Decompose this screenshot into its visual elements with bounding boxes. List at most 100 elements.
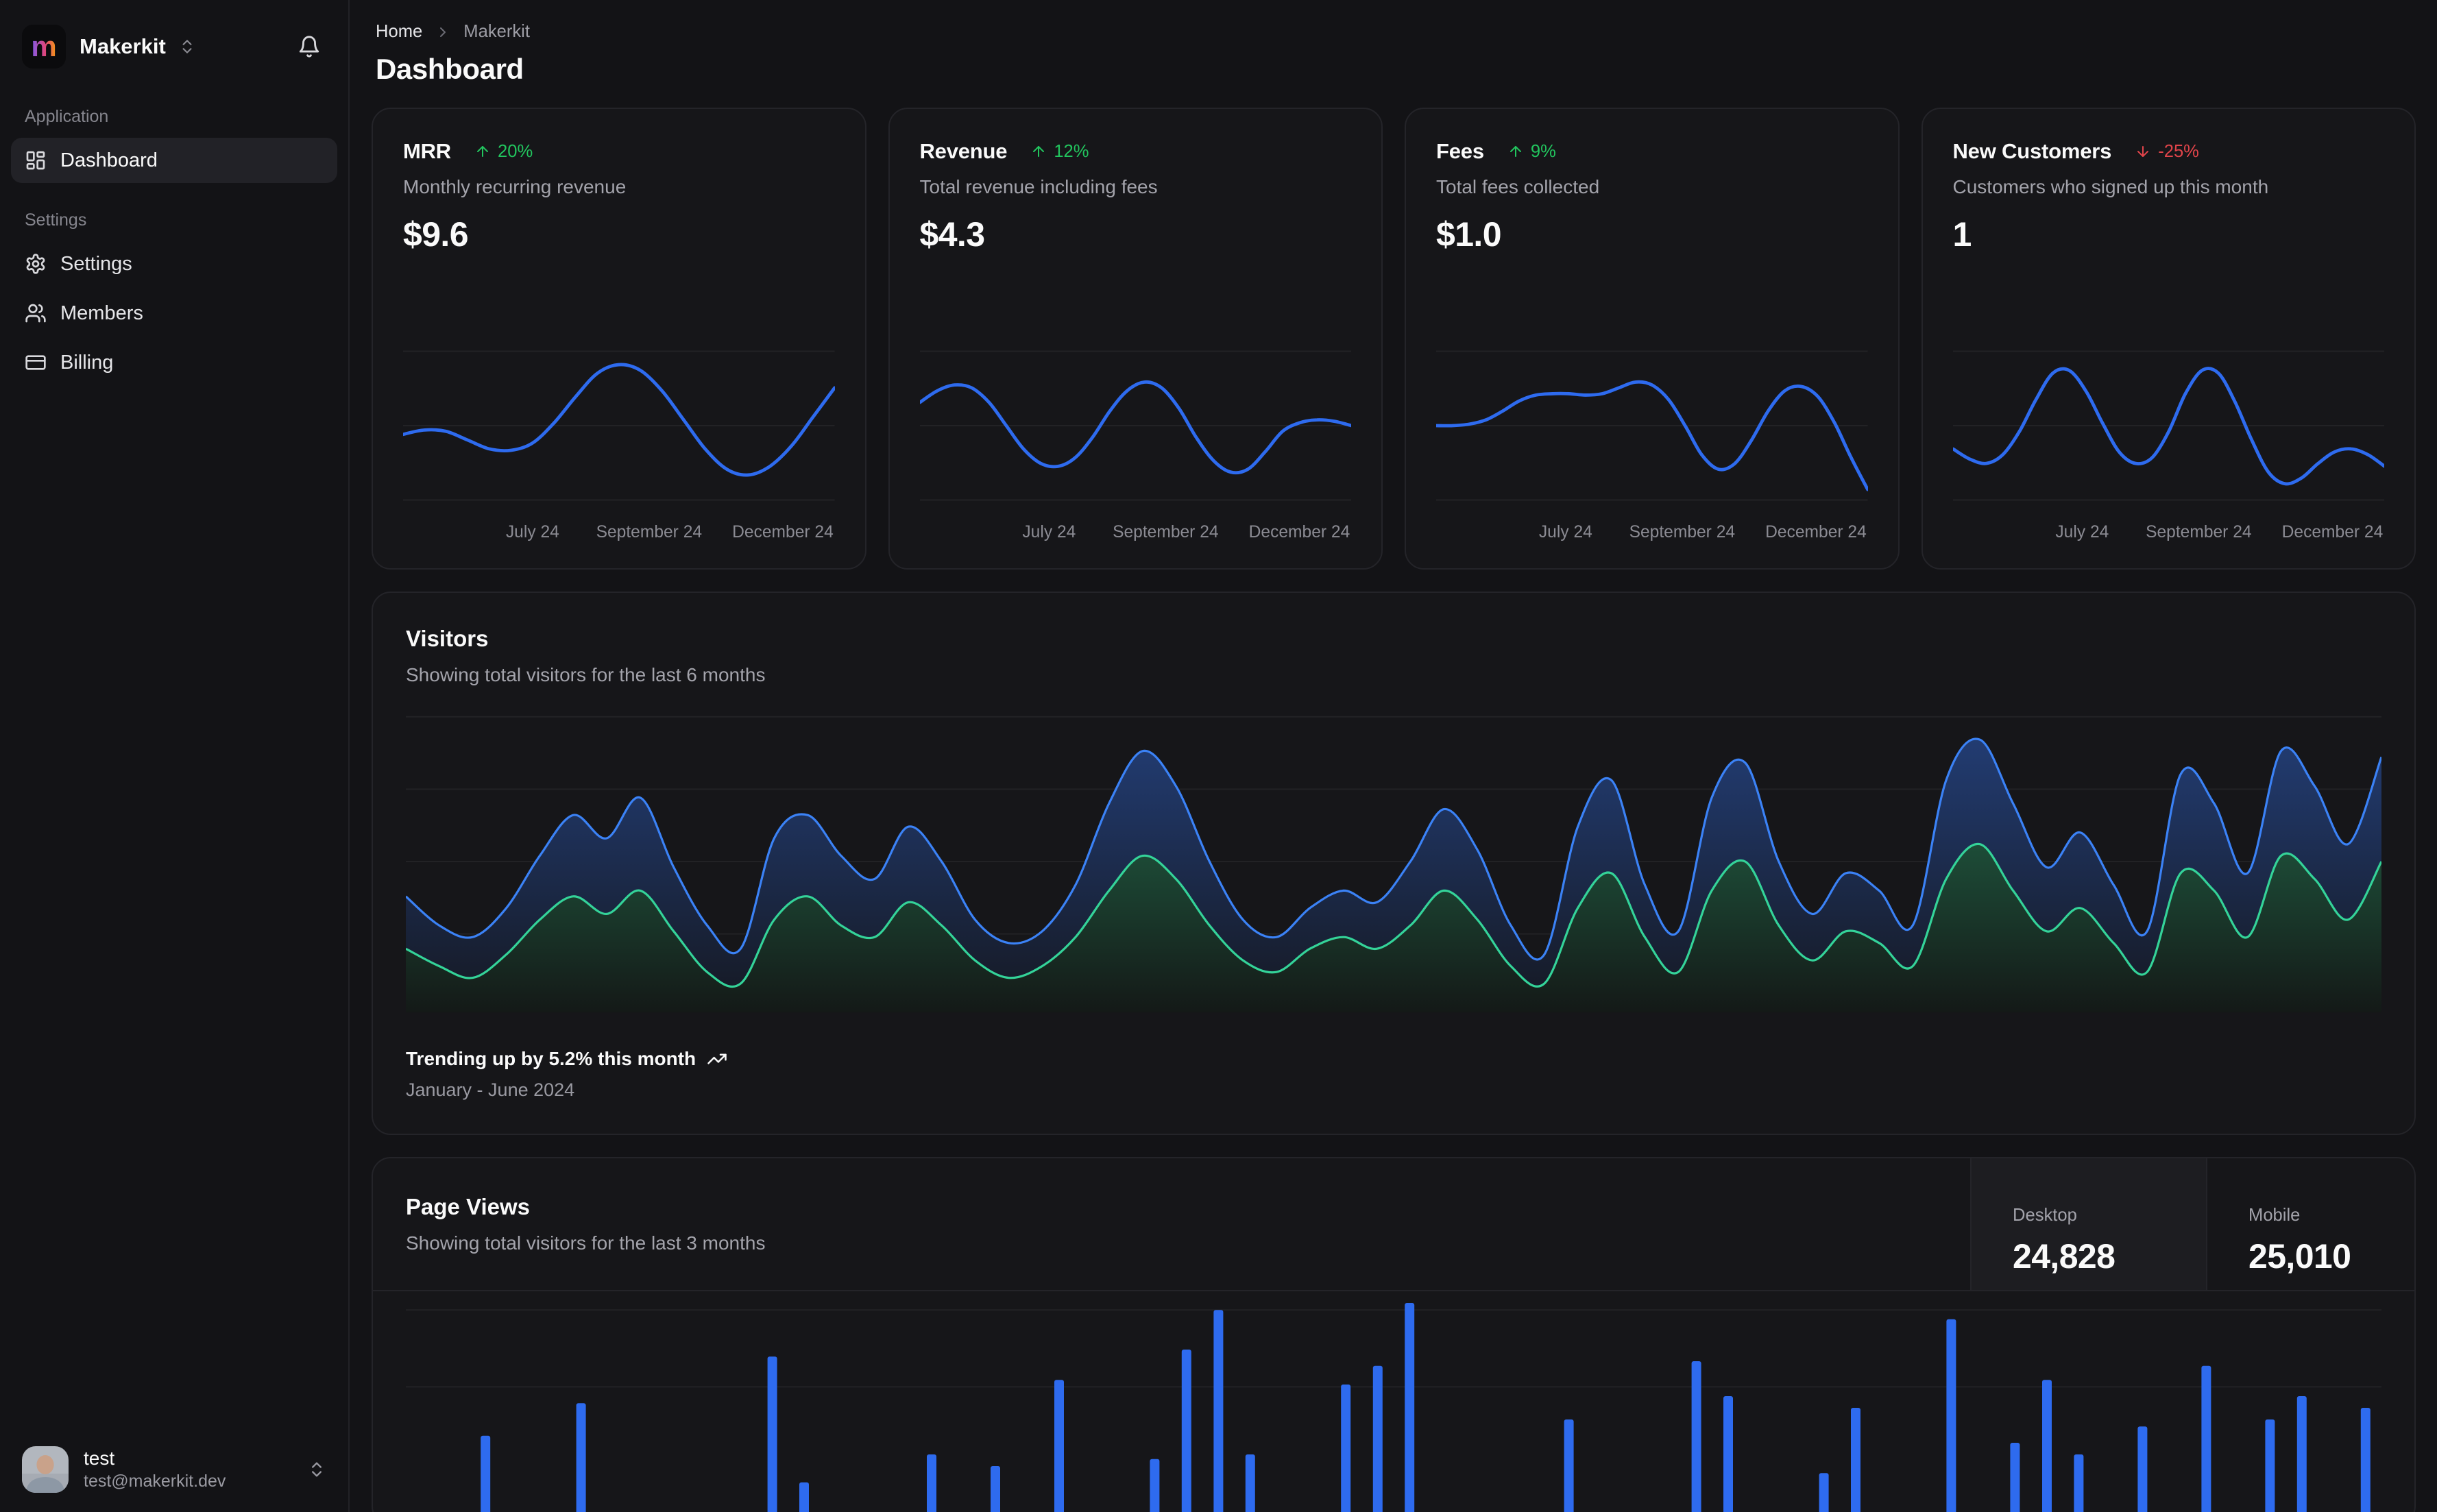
sidebar-item-members[interactable]: Members	[11, 291, 337, 336]
trend-value: 20%	[498, 141, 533, 161]
stat-title: New Customers	[1952, 139, 2112, 163]
stat-card-mrr: MRR 20% Monthly recurring revenue $9.6 J…	[372, 108, 866, 570]
workspace-selector[interactable]: m Makerkit	[22, 25, 196, 69]
notifications-button[interactable]	[292, 29, 326, 64]
toggle-desktop[interactable]: Desktop 24,828	[1970, 1158, 2206, 1290]
trending-up-icon	[707, 1049, 727, 1069]
sidebar: m Makerkit Application Dashboard Setting…	[0, 0, 350, 1512]
main-content: Home Makerkit Dashboard MRR 20% Monthly …	[350, 0, 2437, 1512]
page-views-toggles: Desktop 24,828 Mobile 25,010	[1970, 1158, 2414, 1290]
stat-card-revenue: Revenue 12% Total revenue including fees…	[888, 108, 1383, 570]
user-name: test	[84, 1448, 115, 1470]
sidebar-item-label: Dashboard	[60, 149, 158, 171]
stat-title: Fees	[1436, 139, 1484, 163]
bell-icon	[298, 35, 321, 58]
trend-value: -25%	[2158, 141, 2199, 161]
x-tick: July 24	[1538, 523, 1592, 541]
page-views-title: Page Views	[406, 1194, 531, 1219]
sparkline-chart: July 24 September 24 December 24	[1436, 345, 1868, 546]
arrow-up-icon	[1507, 143, 1524, 160]
arrow-up-icon	[474, 143, 491, 160]
sidebar-item-label: Members	[60, 302, 143, 324]
stat-description: Total revenue including fees	[919, 176, 1158, 197]
visitors-date-range: January - June 2024	[406, 1080, 575, 1100]
chevrons-up-down-icon	[307, 1460, 326, 1479]
page-views-card: Page Views Showing total visitors for th…	[372, 1157, 2416, 1512]
toggle-value: 24,828	[2013, 1236, 2115, 1276]
layout-dashboard-icon	[25, 149, 47, 171]
page-views-subtitle: Showing total visitors for the last 3 mo…	[406, 1232, 766, 1254]
x-axis-labels: July 24 September 24 December 24	[1436, 523, 1868, 546]
makerkit-dashboard-app: m Makerkit Application Dashboard Setting…	[0, 0, 2437, 1512]
stat-description: Monthly recurring revenue	[403, 176, 627, 197]
toggle-mobile[interactable]: Mobile 25,010	[2206, 1158, 2414, 1290]
avatar	[22, 1446, 69, 1493]
arrow-up-icon	[1030, 143, 1047, 160]
stat-card-fees: Fees 9% Total fees collected $1.0 July 2…	[1405, 108, 1900, 570]
sidebar-section-settings: Settings	[25, 210, 87, 230]
breadcrumb-home[interactable]: Home	[376, 22, 422, 42]
x-axis-labels: July 24 September 24 December 24	[1953, 523, 2385, 546]
page-title: Dashboard	[376, 53, 524, 85]
x-tick: July 24	[2055, 523, 2109, 541]
visitors-card: Visitors Showing total visitors for the …	[372, 592, 2416, 1135]
gear-icon	[25, 253, 47, 275]
trend-badge: 9%	[1507, 142, 1556, 162]
sidebar-section-application: Application	[25, 107, 109, 126]
stat-cards-row: MRR 20% Monthly recurring revenue $9.6 J…	[372, 108, 2416, 570]
sidebar-item-label: Billing	[60, 351, 114, 374]
visitors-chart-svg	[406, 716, 2381, 1012]
stat-value: 1	[1952, 215, 1972, 254]
credit-card-icon	[25, 352, 47, 374]
stat-description: Total fees collected	[1436, 176, 1600, 197]
users-icon	[25, 302, 47, 324]
page-views-chart-svg	[406, 1303, 2381, 1512]
x-tick: December 24	[1248, 523, 1350, 541]
visitors-subtitle: Showing total visitors for the last 6 mo…	[406, 664, 766, 685]
sparkline-chart: July 24 September 24 December 24	[919, 345, 1351, 546]
chevrons-up-down-icon	[178, 38, 196, 56]
page-views-bar-chart	[373, 1291, 2414, 1512]
sidebar-item-dashboard[interactable]: Dashboard	[11, 138, 337, 183]
trend-badge: 12%	[1030, 142, 1089, 162]
x-tick: July 24	[505, 523, 559, 541]
sparkline-chart: July 24 September 24 December 24	[1952, 345, 2385, 546]
visitors-area-chart	[406, 711, 2381, 1012]
visitors-trend-text: Trending up by 5.2% this month	[406, 1048, 696, 1069]
page-views-header: Page Views Showing total visitors for th…	[373, 1158, 2414, 1291]
x-axis-labels: July 24 September 24 December 24	[403, 523, 835, 546]
makerkit-logo: m	[22, 25, 66, 69]
fees-sparkline	[1436, 350, 1868, 501]
sparkline-chart: July 24 September 24 December 24	[403, 345, 835, 546]
trend-badge: 20%	[474, 142, 533, 162]
visitors-title: Visitors	[406, 626, 489, 651]
sidebar-item-billing[interactable]: Billing	[11, 340, 337, 385]
breadcrumb: Home Makerkit	[376, 22, 2416, 42]
stat-title: MRR	[403, 139, 451, 163]
x-tick: September 24	[1113, 523, 1219, 541]
sidebar-item-label: Settings	[60, 252, 132, 275]
x-tick: September 24	[596, 523, 703, 541]
trend-value: 12%	[1054, 141, 1089, 161]
trend-badge: -25%	[2135, 142, 2199, 162]
toggle-label: Mobile	[2248, 1205, 2301, 1225]
makerkit-logo-letter: m	[31, 30, 57, 62]
sidebar-item-settings[interactable]: Settings	[11, 241, 337, 286]
toggle-label: Desktop	[2013, 1205, 2077, 1225]
new-customers-sparkline	[1952, 350, 2384, 501]
x-tick: July 24	[1022, 523, 1076, 541]
stat-value: $4.3	[919, 215, 986, 254]
sidebar-nav: Application Dashboard Settings Settings …	[11, 80, 337, 385]
user-info: test test@makerkit.dev	[84, 1446, 226, 1493]
sidebar-header: m Makerkit	[11, 0, 337, 80]
breadcrumb-current: Makerkit	[463, 22, 530, 41]
stat-card-new-customers: New Customers -25% Customers who signed …	[1921, 108, 2416, 570]
stat-value: $9.6	[403, 215, 469, 254]
x-tick: September 24	[2146, 523, 2252, 541]
user-menu[interactable]: test test@makerkit.dev	[11, 1430, 337, 1512]
chevron-right-icon	[435, 24, 451, 40]
arrow-down-icon	[2135, 143, 2151, 160]
trend-value: 9%	[1530, 141, 1556, 161]
stat-value: $1.0	[1436, 215, 1502, 254]
revenue-sparkline	[919, 350, 1351, 501]
